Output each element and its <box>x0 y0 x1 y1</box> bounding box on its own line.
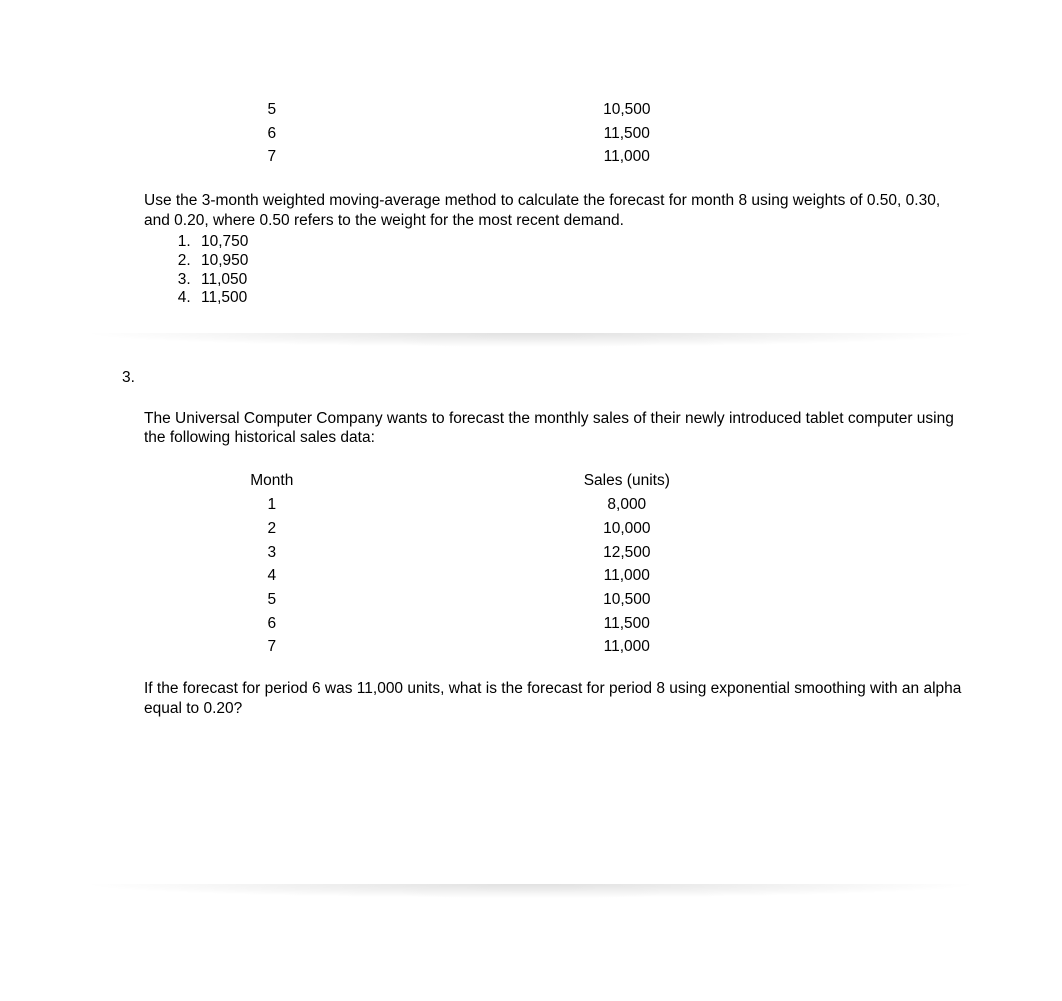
q3-followup: If the forecast for period 6 was 11,000 … <box>144 679 962 859</box>
cell-sales: 10,500 <box>400 98 854 122</box>
table-row: 18,000 <box>144 493 854 517</box>
table-row: 210,000 <box>144 517 854 541</box>
q3-header-sales: Sales (units) <box>400 469 854 493</box>
cell-sales: 11,000 <box>400 635 854 659</box>
q3-header-month: Month <box>144 469 400 493</box>
q2-prompt: Use the 3-month weighted moving-average … <box>144 191 962 231</box>
question-2-partial: 510,500611,500711,000 Use the 3-month we… <box>0 0 1062 308</box>
q3-table-header-row: Month Sales (units) <box>144 469 854 493</box>
cell-month: 2 <box>144 517 400 541</box>
table-row: 510,500 <box>144 98 854 122</box>
q3-number: 3. <box>122 369 135 387</box>
table-row: 611,500 <box>144 122 854 146</box>
cell-month: 1 <box>144 493 400 517</box>
table-row: 611,500 <box>144 612 854 636</box>
cell-month: 6 <box>144 612 400 636</box>
cell-month: 5 <box>144 588 400 612</box>
section-divider <box>80 333 982 347</box>
q2-partial-table: 510,500611,500711,000 <box>144 0 854 169</box>
section-divider <box>80 884 982 898</box>
cell-sales: 10,500 <box>400 588 854 612</box>
question-3: 3. The Universal Computer Company wants … <box>0 367 1062 860</box>
cell-sales: 11,500 <box>400 122 854 146</box>
cell-month: 5 <box>144 98 400 122</box>
table-row: 711,000 <box>144 145 854 169</box>
answer-option: 10,950 <box>195 252 1062 271</box>
table-row: 312,500 <box>144 541 854 565</box>
table-row: 510,500 <box>144 588 854 612</box>
answer-option: 11,500 <box>195 289 1062 308</box>
q3-intro: The Universal Computer Company wants to … <box>144 409 962 448</box>
table-row: 411,000 <box>144 564 854 588</box>
answer-option: 11,050 <box>195 271 1062 290</box>
q2-answer-list: 10,75010,95011,05011,500 <box>195 233 1062 307</box>
cell-sales: 11,000 <box>400 145 854 169</box>
cell-month: 7 <box>144 635 400 659</box>
cell-sales: 12,500 <box>400 541 854 565</box>
cell-sales: 11,000 <box>400 564 854 588</box>
cell-sales: 11,500 <box>400 612 854 636</box>
cell-month: 7 <box>144 145 400 169</box>
cell-month: 4 <box>144 564 400 588</box>
cell-month: 6 <box>144 122 400 146</box>
q3-table: Month Sales (units) 18,000210,000312,500… <box>144 469 854 659</box>
cell-sales: 10,000 <box>400 517 854 541</box>
answer-option: 10,750 <box>195 233 1062 252</box>
cell-month: 3 <box>144 541 400 565</box>
cell-sales: 8,000 <box>400 493 854 517</box>
table-row: 711,000 <box>144 635 854 659</box>
